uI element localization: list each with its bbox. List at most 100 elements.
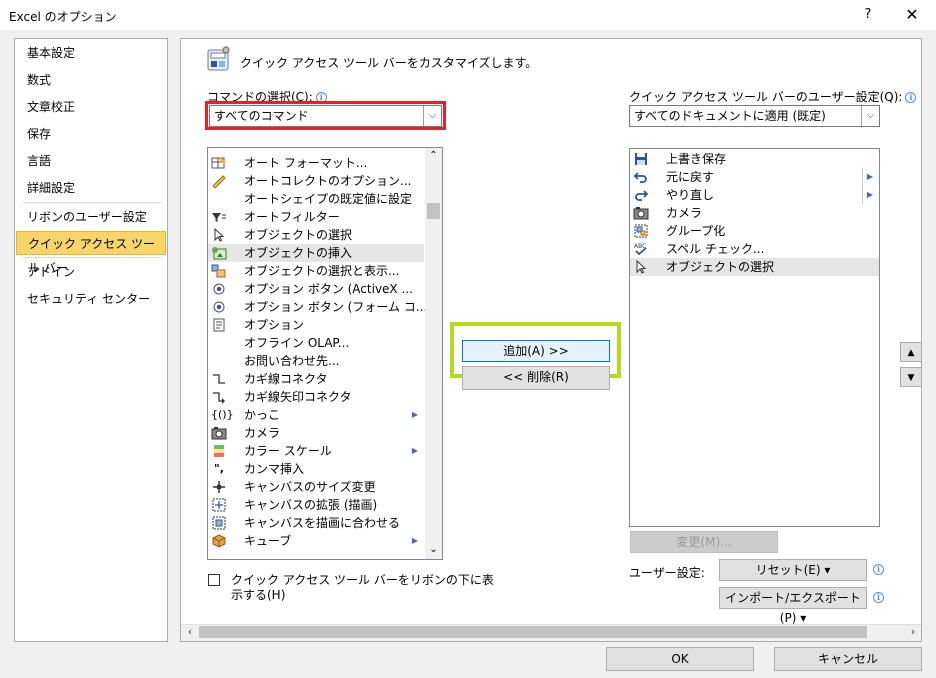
add-button[interactable]: 追加(A) >>: [462, 340, 610, 362]
scroll-down-icon[interactable]: ⌄: [425, 544, 442, 558]
list-item[interactable]: ", カンマ挿入: [208, 460, 424, 478]
list-item[interactable]: オブジェクトの選択: [208, 226, 424, 244]
radio-icon: [211, 282, 227, 296]
list-item[interactable]: オブジェクトの選択と表示...: [208, 262, 424, 280]
list-item[interactable]: {()} かっこ ▶: [208, 406, 424, 424]
nav-item-advanced[interactable]: 詳細設定: [15, 176, 167, 200]
submenu-arrow-icon: ▶: [861, 168, 873, 186]
list-item[interactable]: キャンバスを描画に合わせる: [208, 514, 424, 532]
import-export-info: i: [870, 590, 884, 604]
list-item[interactable]: キャンバスのサイズ変更: [208, 478, 424, 496]
close-button[interactable]: ✕: [896, 4, 928, 26]
list-item-selected[interactable]: オブジェクトの挿入: [208, 244, 424, 262]
show-below-ribbon-checkbox[interactable]: [208, 574, 220, 586]
modify-button[interactable]: 変更(M)...: [630, 531, 778, 553]
window-title: Excel のオプション: [9, 10, 117, 24]
list-item[interactable]: 上書き保存: [630, 150, 879, 168]
selection-pane-icon: [211, 264, 227, 278]
list-item[interactable]: オプション ボタン (フォーム コ...: [208, 298, 427, 316]
nav-item-formulas[interactable]: 数式: [15, 68, 167, 92]
list-item-label: かっこ: [244, 408, 281, 422]
list-item[interactable]: オートコレクトのオプション...: [208, 172, 424, 190]
nav-item-proofing[interactable]: 文章校正: [15, 95, 167, 119]
autoformat-icon: [211, 156, 227, 170]
scroll-up-icon[interactable]: ⌃: [425, 150, 442, 164]
chevron-down-icon[interactable]: ⌵: [861, 106, 879, 126]
nav-item-addins[interactable]: アドイン: [15, 260, 167, 284]
list-item[interactable]: キューブ ▶: [208, 532, 424, 550]
remove-button[interactable]: << 削除(R): [462, 366, 610, 390]
canvas-expand-icon: [211, 498, 227, 512]
user-settings-label: ユーザー設定:: [629, 566, 705, 580]
cancel-button[interactable]: キャンセル: [774, 647, 922, 671]
commands-dropdown[interactable]: すべてのコマンド ⌵: [209, 105, 442, 127]
qat-list[interactable]: 上書き保存 元に戻す ▶ やり直し ▶ カメラ グループ化 ABC スペル チェック.…: [629, 148, 880, 527]
list-item-label: やり直し: [666, 188, 715, 202]
scroll-right-icon[interactable]: ›: [905, 625, 921, 639]
list-item[interactable]: お問い合わせ先...: [208, 352, 424, 370]
list-item[interactable]: 元に戻す ▶: [630, 168, 879, 186]
list-item[interactable]: オートフィルター: [208, 208, 424, 226]
nav-item-quick-access-toolbar[interactable]: クイック アクセス ツール バー: [16, 231, 166, 275]
ok-button[interactable]: OK: [606, 647, 754, 671]
elbow-connector-icon: [211, 372, 227, 386]
info-icon: i: [873, 592, 884, 603]
horizontal-scroll-thumb[interactable]: [199, 626, 867, 638]
list-item-selected[interactable]: オブジェクトの選択: [630, 258, 879, 276]
comma-icon: ",: [214, 462, 224, 475]
autocorrect-icon: [211, 174, 227, 189]
nav-item-language[interactable]: 言語: [15, 149, 167, 173]
camera-icon: [633, 206, 649, 220]
list-item[interactable]: カメラ: [630, 204, 879, 222]
nav-divider: [23, 202, 161, 203]
list-item[interactable]: やり直し ▶: [630, 186, 879, 204]
scroll-thumb[interactable]: [427, 203, 440, 219]
list-item-label: キャンバスを描画に合わせる: [244, 516, 401, 530]
nav-item-trust-center[interactable]: セキュリティ センター: [15, 287, 167, 311]
help-button[interactable]: ?: [856, 4, 880, 26]
insert-object-icon: [211, 246, 227, 260]
pointer-icon: [211, 227, 227, 242]
list-item[interactable]: オート フォーマット...: [208, 154, 424, 172]
import-export-button[interactable]: インポート/エクスポート(P) ▾: [719, 587, 867, 625]
move-down-button[interactable]: ▼: [900, 367, 922, 387]
undo-icon: [633, 170, 649, 184]
nav-item-customize-ribbon[interactable]: リボンのユーザー設定: [15, 205, 167, 229]
list-item[interactable]: カメラ: [208, 424, 424, 442]
list-item-label: 上書き保存: [666, 152, 727, 166]
list-item[interactable]: オートシェイプの既定値に設定: [208, 190, 424, 208]
list-item[interactable]: オフライン OLAP...: [208, 334, 424, 352]
show-below-ribbon-label-line1: クイック アクセス ツール バーをリボンの下に表: [231, 573, 494, 587]
qat-scope-dropdown[interactable]: すべてのドキュメントに適用 (既定) ⌵: [629, 105, 880, 127]
list-item[interactable]: グループ化: [630, 222, 879, 240]
pointer-icon: [633, 259, 649, 274]
list-item-label: オブジェクトの選択と表示...: [244, 264, 400, 278]
list-item-label: カンマ挿入: [244, 462, 305, 476]
list-item[interactable]: カラー スケール ▶: [208, 442, 424, 460]
save-icon: [633, 152, 649, 166]
list-item[interactable]: オプション: [208, 316, 424, 334]
list-item[interactable]: キャンバスの拡張 (描画): [208, 496, 424, 514]
qat-label: クイック アクセス ツール バーのユーザー設定(Q): i: [629, 88, 917, 105]
reset-button[interactable]: リセット(E) ▾: [719, 559, 867, 581]
filter-icon: [211, 210, 227, 224]
list-item[interactable]: オプション ボタン (ActiveX ...: [208, 280, 424, 298]
nav-item-save[interactable]: 保存: [15, 122, 167, 146]
nav-item-general[interactable]: 基本設定: [15, 41, 167, 65]
submenu-arrow-icon: ▶: [411, 446, 418, 455]
list-item[interactable]: カギ線矢印コネクタ: [208, 388, 424, 406]
qat-label-text: クイック アクセス ツール バーのユーザー設定(Q):: [629, 90, 903, 104]
chevron-down-icon[interactable]: ⌵: [423, 106, 441, 126]
move-up-button[interactable]: ▲: [900, 342, 922, 362]
scroll-left-icon[interactable]: ‹: [182, 625, 198, 639]
bracket-icon: {()}: [211, 408, 234, 421]
commands-list[interactable]: オート フォーマット... オートコレクトのオプション... オートシェイプの既…: [207, 147, 443, 560]
reset-info: i: [870, 562, 884, 576]
qat-scope-dropdown-value: すべてのドキュメントに適用 (既定): [634, 109, 826, 123]
list-item[interactable]: カギ線コネクタ: [208, 370, 424, 388]
submenu-arrow-icon: ▶: [411, 410, 418, 419]
radio-icon: [211, 300, 227, 314]
header-description: クイック アクセス ツール バーをカスタマイズします。: [240, 56, 538, 70]
list-item[interactable]: ABC スペル チェック...: [630, 240, 879, 258]
list-item-label: グループ化: [666, 224, 726, 238]
